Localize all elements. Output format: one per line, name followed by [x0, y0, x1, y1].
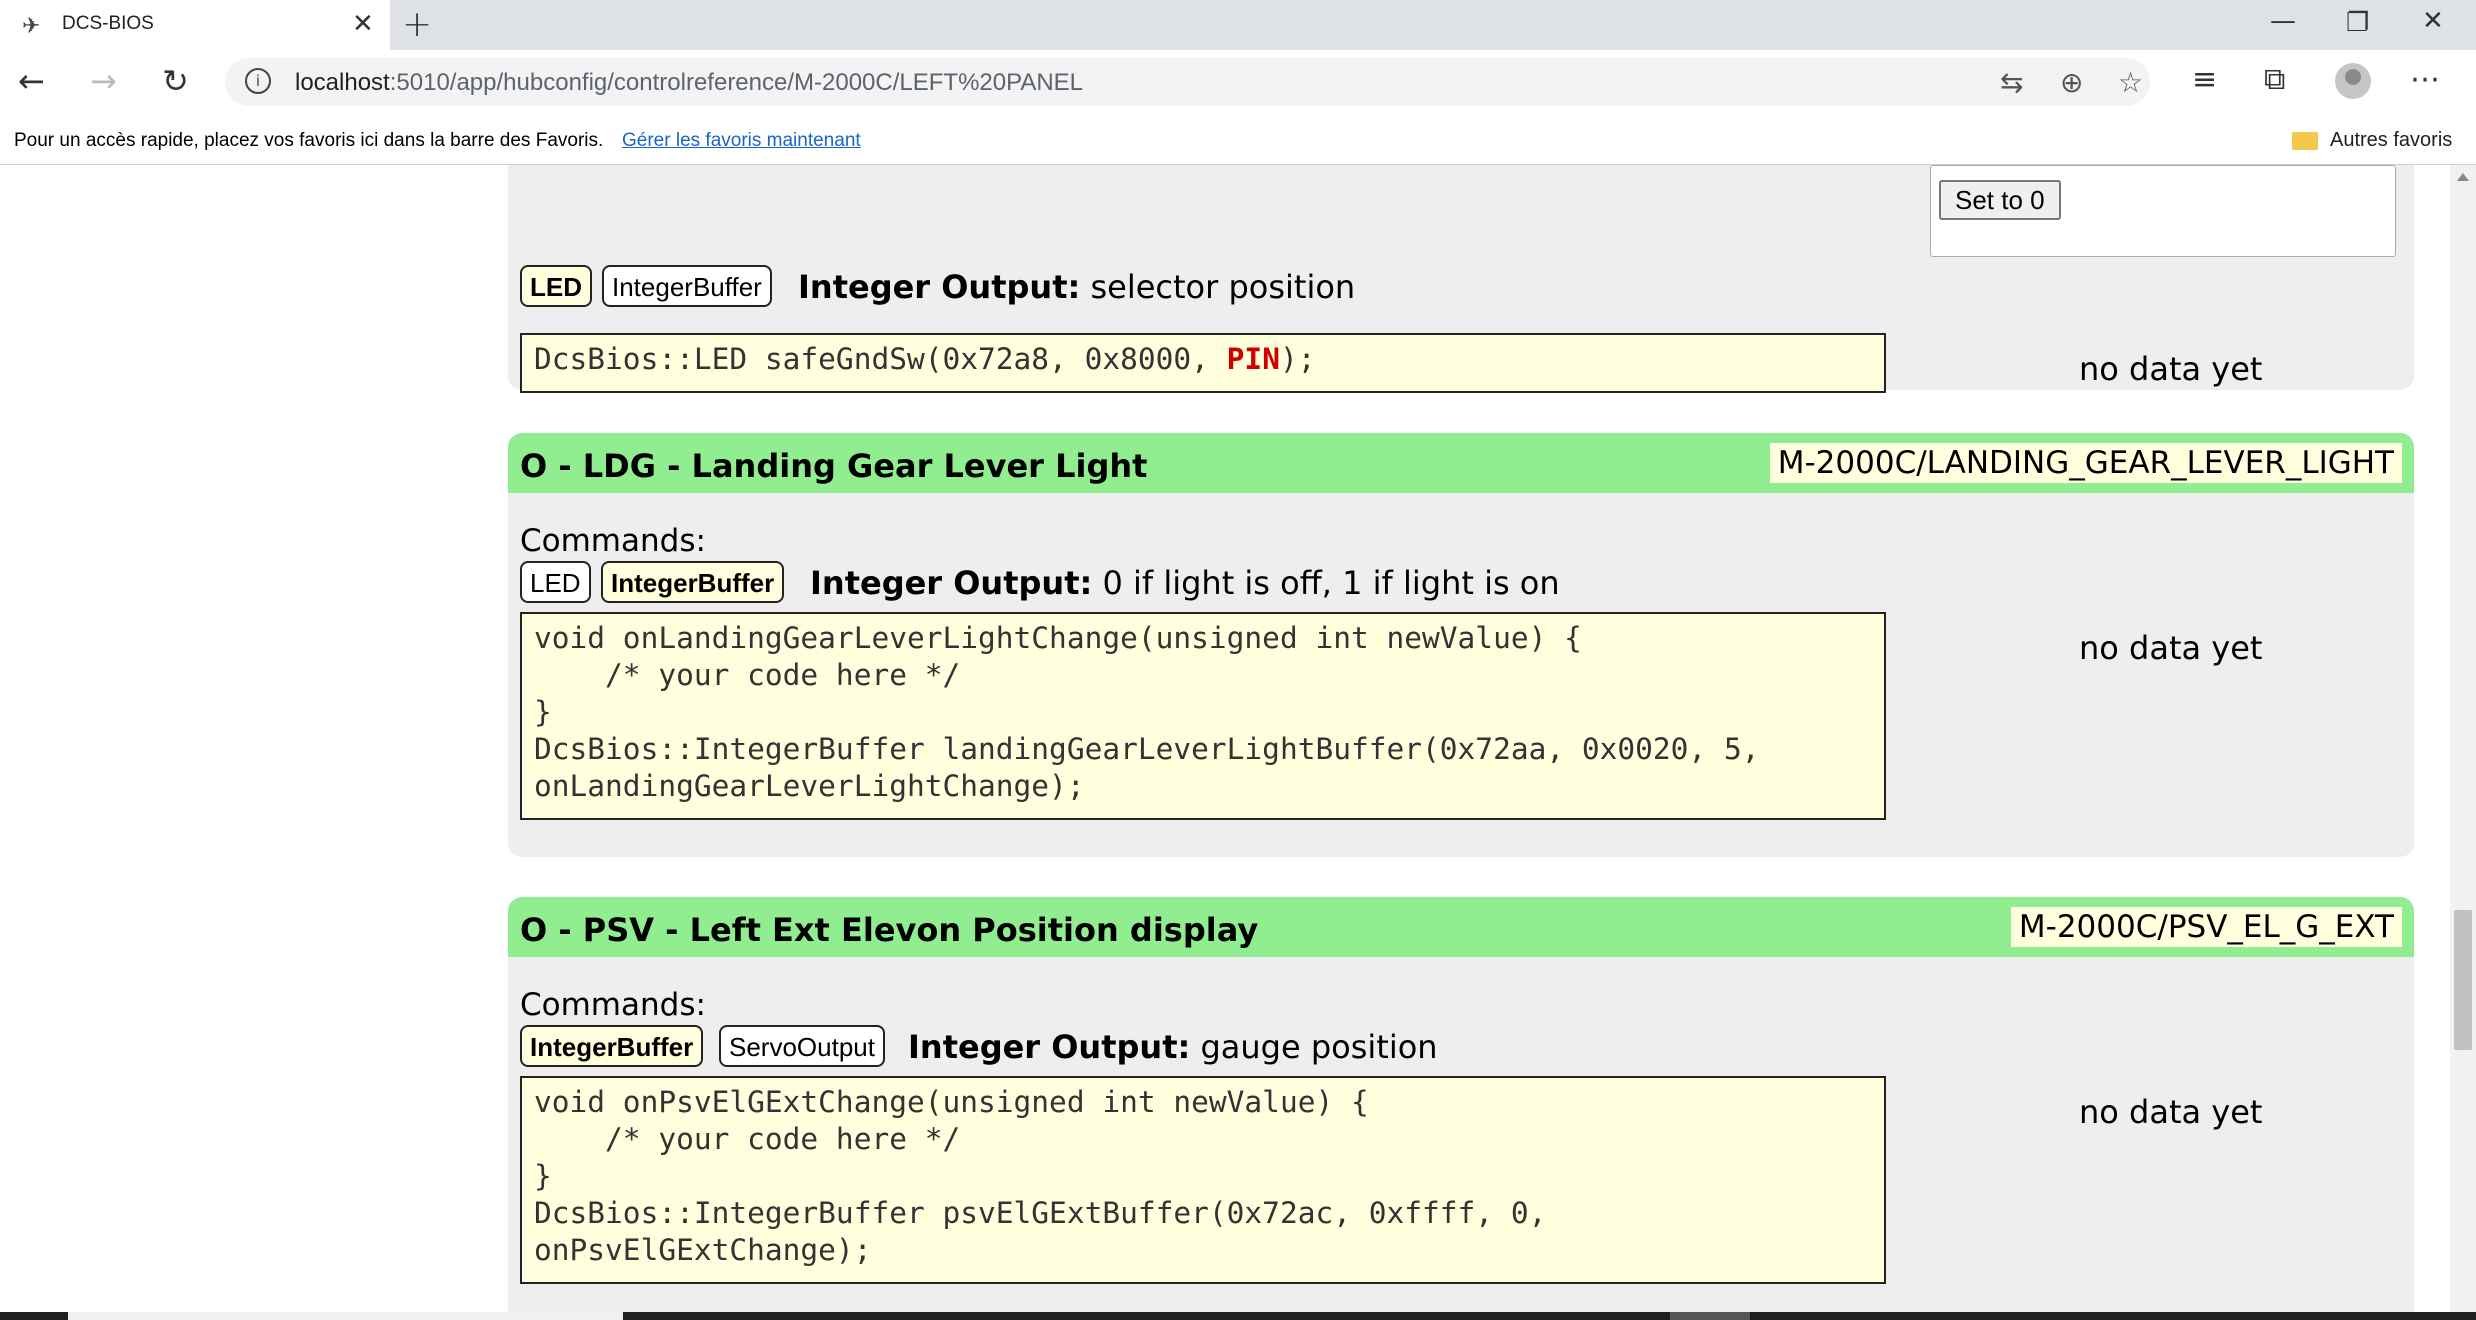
commands-label: Commands:	[520, 987, 706, 1023]
tab-title: DCS-BIOS	[62, 13, 154, 34]
strip-segment	[68, 1312, 623, 1320]
toolbar: ← → ↻ i localhost:5010/app/hubconfig/con…	[0, 50, 2476, 114]
output-description: Integer Output: 0 if light is off, 1 if …	[810, 564, 1560, 602]
dcs-bios-favicon-icon: ✈	[22, 14, 41, 39]
code-snippet[interactable]: void onLandingGearLeverLightChange(unsig…	[520, 612, 1886, 820]
block-header: O - LDG - Landing Gear Lever Light M-200…	[508, 433, 2414, 493]
block-header: O - PSV - Left Ext Elevon Position displ…	[508, 897, 2414, 957]
tab-integerbuffer[interactable]: IntegerBuffer	[602, 265, 772, 307]
control-block-previous: Set to 0 LED IntegerBuffer Integer Outpu…	[508, 165, 2414, 393]
scrollbar-thumb[interactable]	[2454, 910, 2472, 1050]
tab-led[interactable]: LED	[520, 561, 591, 603]
tab-strip: ✈ DCS-BIOS ✕ + — ❐ ✕	[0, 0, 2476, 50]
vertical-scrollbar[interactable]	[2450, 165, 2476, 1312]
code-snippet[interactable]: DcsBios::LED safeGndSw(0x72a8, 0x8000, P…	[520, 333, 1886, 393]
minimize-icon[interactable]: —	[2270, 6, 2296, 36]
control-identifier: M-2000C/PSV_EL_G_EXT	[2010, 907, 2402, 947]
set-to-0-button[interactable]: Set to 0	[1939, 180, 2061, 220]
scroll-up-arrow-icon[interactable]	[2457, 173, 2469, 181]
site-info-icon[interactable]: i	[245, 68, 271, 94]
commands-label: Commands:	[520, 523, 706, 559]
strip-segment	[1670, 1312, 1750, 1320]
zoom-icon[interactable]: ⊕	[2060, 66, 2083, 99]
translate-icon[interactable]: ⇆	[2000, 66, 2023, 99]
manage-favorites-link[interactable]: Gérer les favoris maintenant	[622, 130, 861, 152]
browser-tab[interactable]: ✈ DCS-BIOS ✕	[0, 0, 390, 50]
tab-integerbuffer[interactable]: IntegerBuffer	[520, 1025, 704, 1067]
favorite-star-icon[interactable]: ☆	[2118, 66, 2143, 99]
tab-led[interactable]: LED	[520, 265, 592, 307]
forward-icon[interactable]: →	[90, 62, 117, 100]
input-panel: Set to 0	[1930, 165, 2396, 257]
favorites-bar: Pour un accès rapide, placez vos favoris…	[0, 114, 2476, 165]
refresh-icon[interactable]: ↻	[162, 62, 189, 100]
tab-integerbuffer[interactable]: IntegerBuffer	[601, 561, 785, 603]
control-block-psv-el-g-ext: O - PSV - Left Ext Elevon Position displ…	[508, 897, 2414, 1312]
collections-icon[interactable]: ⧉	[2264, 62, 2285, 97]
close-tab-icon[interactable]: ✕	[352, 9, 374, 39]
url-text[interactable]: localhost:5010/app/hubconfig/controlrefe…	[295, 69, 1083, 97]
taskbar-strip	[0, 1312, 2476, 1320]
tab-servooutput[interactable]: ServoOutput	[719, 1025, 885, 1067]
favorites-list-icon[interactable]: ≡	[2192, 62, 2217, 97]
code-snippet[interactable]: void onPsvElGExtChange(unsigned int newV…	[520, 1076, 1886, 1284]
output-description: Integer Output: gauge position	[908, 1028, 1438, 1066]
profile-avatar-icon[interactable]	[2335, 63, 2371, 99]
page-viewport: Set to 0 LED IntegerBuffer Integer Outpu…	[0, 165, 2450, 1312]
status-text: no data yet	[2079, 1093, 2263, 1131]
new-tab-icon[interactable]: +	[402, 4, 432, 45]
folder-icon	[2292, 132, 2318, 150]
control-block-landing-gear-lever-light: O - LDG - Landing Gear Lever Light M-200…	[508, 433, 2414, 857]
control-identifier: M-2000C/LANDING_GEAR_LEVER_LIGHT	[1769, 443, 2402, 483]
other-favorites[interactable]: Autres favoris	[2330, 129, 2452, 152]
status-text: no data yet	[2079, 350, 2263, 388]
close-window-icon[interactable]: ✕	[2422, 6, 2444, 36]
output-description: Integer Output: selector position	[798, 268, 1356, 306]
control-title: O - PSV - Left Ext Elevon Position displ…	[520, 911, 1259, 949]
restore-icon[interactable]: ❐	[2346, 8, 2369, 38]
control-title: O - LDG - Landing Gear Lever Light	[520, 447, 1148, 485]
back-icon[interactable]: ←	[18, 62, 45, 100]
more-menu-icon[interactable]: ⋯	[2410, 62, 2440, 97]
status-text: no data yet	[2079, 629, 2263, 667]
address-bar[interactable]: i localhost:5010/app/hubconfig/controlre…	[225, 58, 2150, 106]
favorites-hint: Pour un accès rapide, placez vos favoris…	[14, 130, 604, 151]
